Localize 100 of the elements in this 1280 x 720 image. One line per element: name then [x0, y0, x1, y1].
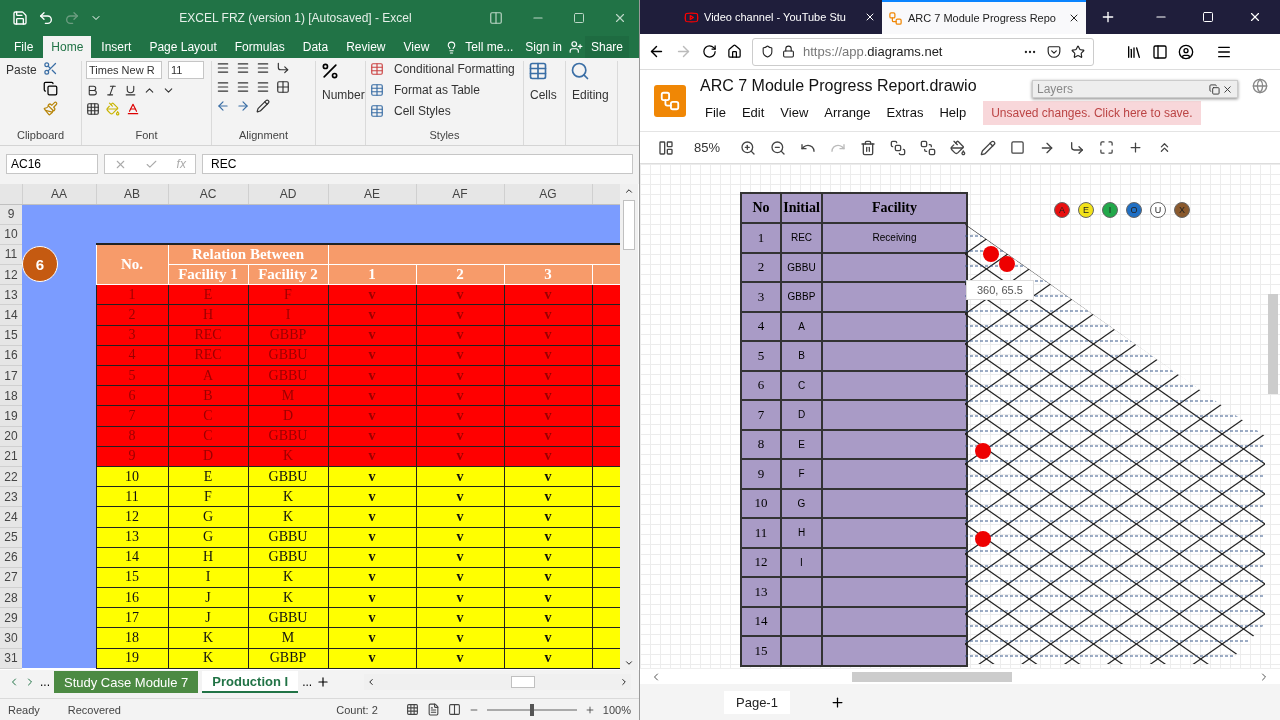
wrap-text-icon[interactable] — [276, 61, 290, 75]
row-header[interactable]: 9 — [0, 204, 22, 225]
pocket-icon[interactable] — [1047, 44, 1061, 59]
ribbon-tab[interactable]: Page Layout — [141, 36, 225, 58]
page-break-icon[interactable] — [447, 703, 461, 716]
account-icon[interactable] — [1178, 43, 1194, 60]
italic-icon[interactable] — [105, 84, 118, 97]
row-header[interactable]: 25 — [0, 527, 22, 548]
row-header[interactable]: 18 — [0, 385, 22, 406]
browser-tab[interactable]: ARC 7 Module Progress Repo — [882, 0, 1086, 34]
align-left-icon[interactable] — [216, 80, 230, 94]
page-tab[interactable]: Page-1 — [724, 690, 790, 714]
close-icon[interactable] — [1248, 10, 1262, 24]
menu-item[interactable]: View — [775, 105, 814, 120]
to-front-icon[interactable] — [890, 139, 907, 156]
row-header[interactable]: 12 — [0, 264, 22, 285]
format-painter-icon[interactable] — [42, 101, 58, 116]
formula-field[interactable]: REC — [202, 154, 633, 174]
ribbon-tab[interactable]: File — [6, 36, 42, 58]
back-icon[interactable] — [648, 43, 665, 60]
cell-styles-button[interactable]: Cell Styles — [390, 103, 455, 119]
align-right-icon[interactable] — [256, 80, 270, 94]
page-layout-icon[interactable] — [426, 703, 440, 716]
menu-item[interactable]: Extras — [881, 105, 929, 120]
orientation-icon[interactable] — [256, 99, 270, 113]
close-tab-icon[interactable] — [864, 11, 876, 23]
column-header[interactable]: AC — [168, 184, 248, 204]
user-plus-icon[interactable] — [569, 40, 583, 54]
row-header[interactable]: 15 — [0, 325, 22, 346]
borders-icon[interactable] — [86, 102, 100, 116]
zoom-out-icon[interactable] — [770, 139, 787, 156]
row-header[interactable]: 23 — [0, 486, 22, 507]
menu-item[interactable]: Edit — [736, 105, 770, 120]
column-header[interactable]: AF — [416, 184, 504, 204]
column-header[interactable]: AE — [328, 184, 416, 204]
font-color-icon[interactable] — [126, 102, 140, 116]
row-header[interactable]: 14 — [0, 304, 22, 326]
column-header[interactable]: AA — [22, 184, 96, 204]
fit-icon[interactable] — [1099, 140, 1115, 155]
scrollbar-thumb[interactable] — [623, 200, 635, 250]
bookmark-star-icon[interactable] — [1071, 44, 1085, 59]
browser-tab[interactable]: Video channel - YouTube Stu — [678, 0, 882, 34]
ribbon-tab[interactable]: Insert — [93, 36, 140, 58]
marker-dot[interactable] — [975, 443, 991, 459]
sign-in-link[interactable]: Sign in — [520, 36, 567, 58]
ribbon-tab[interactable]: Home — [43, 36, 92, 58]
row-header[interactable]: 30 — [0, 627, 22, 649]
column-header[interactable]: AG — [504, 184, 592, 204]
merge-icon[interactable] — [276, 80, 290, 94]
document-title[interactable]: ARC 7 Module Progress Report.drawio — [700, 76, 977, 95]
cut-icon[interactable] — [42, 61, 58, 76]
row-header[interactable]: 22 — [0, 466, 22, 487]
ribbon-tab[interactable]: Formulas — [226, 36, 293, 58]
menu-item[interactable]: Help — [934, 105, 972, 120]
shield-icon[interactable] — [761, 45, 774, 58]
zoom-in-icon[interactable] — [740, 139, 757, 156]
editing-button[interactable]: Editing — [570, 86, 611, 104]
marker-dot[interactable] — [983, 246, 999, 262]
tell-me-field[interactable]: Tell me... — [460, 36, 519, 58]
restore-icon[interactable] — [1209, 83, 1220, 95]
row-header[interactable]: 19 — [0, 405, 22, 427]
save-icon[interactable] — [12, 10, 28, 26]
scroll-up-icon[interactable] — [624, 186, 634, 196]
align-middle-icon[interactable] — [236, 61, 250, 75]
new-sheet-icon[interactable] — [316, 675, 331, 689]
new-tab-icon[interactable] — [1100, 9, 1116, 25]
table-icon[interactable] — [370, 83, 384, 97]
line-color-icon[interactable] — [980, 139, 997, 156]
row-header[interactable]: 28 — [0, 587, 22, 608]
conditional-formatting-button[interactable]: Conditional Formatting — [390, 61, 519, 77]
scroll-right-icon[interactable] — [619, 677, 629, 687]
sheet-tab[interactable]: Production I — [202, 671, 299, 693]
underline-icon[interactable] — [124, 84, 137, 97]
unsaved-changes-button[interactable]: Unsaved changes. Click here to save. — [983, 100, 1201, 125]
cells-button[interactable]: Cells — [528, 86, 559, 104]
format-as-table-button[interactable]: Format as Table — [390, 82, 484, 98]
column-header[interactable]: AB — [96, 184, 168, 204]
ribbon-tab[interactable]: View — [395, 36, 438, 58]
scrollbar-thumb[interactable] — [852, 671, 1012, 682]
row-header[interactable]: 17 — [0, 365, 22, 386]
percent-icon[interactable] — [320, 61, 340, 81]
row-header[interactable]: 11 — [0, 244, 22, 265]
fill-color-icon[interactable] — [106, 102, 120, 116]
decrease-indent-icon[interactable] — [216, 99, 230, 113]
library-icon[interactable] — [1126, 43, 1142, 60]
scrollbar-thumb[interactable] — [511, 676, 535, 688]
menu-item[interactable]: Arrange — [819, 105, 876, 120]
row-header[interactable]: 27 — [0, 567, 22, 588]
row-header[interactable]: 13 — [0, 284, 22, 305]
facility-table[interactable]: No Initial Facility 1 REC Receiving 2 GBBU 3 GBBP 4 A 5 B 6 C 7 D 8 E 9 F 10 G 11 H 12 I 13 14 15 — [740, 192, 968, 667]
align-top-icon[interactable] — [216, 61, 230, 75]
language-icon[interactable] — [1252, 78, 1268, 94]
table-icon[interactable] — [370, 104, 384, 118]
fill-color-icon[interactable] — [950, 139, 967, 156]
address-field[interactable]: https://app.diagrams.net — [752, 37, 1094, 66]
zoom-level[interactable]: 100% — [602, 703, 631, 716]
table-icon[interactable] — [370, 62, 384, 76]
marker-dot[interactable] — [975, 531, 991, 547]
add-page-icon[interactable] — [829, 694, 845, 710]
sidebar-icon[interactable] — [1152, 43, 1168, 60]
